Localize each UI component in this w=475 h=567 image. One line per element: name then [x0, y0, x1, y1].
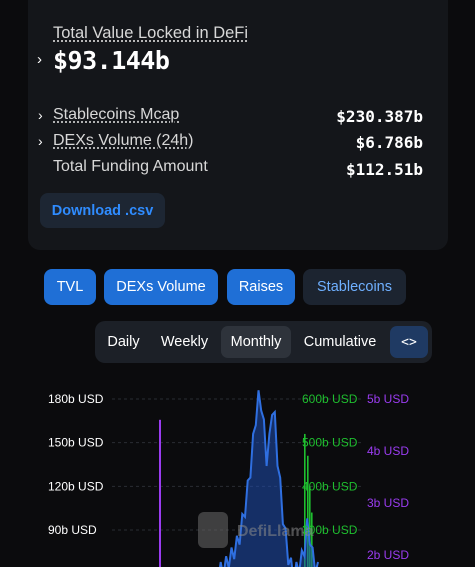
- embed-code-button[interactable]: <>: [390, 326, 428, 358]
- right-axis-tick-label-purple: 4b USD: [367, 444, 409, 458]
- left-axis-tick-label: 90b USD: [48, 523, 97, 537]
- stat-label-funding: Total Funding Amount: [53, 158, 208, 175]
- period-weekly[interactable]: Weekly: [153, 326, 216, 358]
- chart-ticks: 180b USD 150b USD 120b USD 90b USD 600b USD 5…: [48, 392, 409, 562]
- right-axis-tick-label-purple: 3b USD: [367, 496, 409, 510]
- right-axis-tick-label-green: 600b USD: [302, 392, 358, 406]
- raise-bar-purple: [159, 419, 161, 567]
- period-monthly[interactable]: Monthly: [221, 326, 291, 358]
- tab-tvl[interactable]: TVL: [44, 269, 96, 305]
- tab-raises[interactable]: Raises: [227, 269, 295, 305]
- chevron-right-icon[interactable]: ›: [37, 51, 42, 68]
- tvl-label[interactable]: Total Value Locked in DeFi: [53, 24, 248, 43]
- tab-dexs-volume[interactable]: DEXs Volume: [104, 269, 218, 305]
- tab-stablecoins[interactable]: Stablecoins: [303, 269, 406, 305]
- watermark-text: DefiLlama: [237, 523, 314, 540]
- download-csv-button[interactable]: Download .csv: [40, 193, 165, 228]
- chevron-right-icon[interactable]: ›: [38, 107, 43, 123]
- period-daily[interactable]: Daily: [100, 326, 147, 358]
- watermark-logo-icon: [198, 512, 228, 548]
- stat-label-dex-volume[interactable]: DEXs Volume (24h): [53, 132, 194, 150]
- right-axis-tick-label-purple: 2b USD: [367, 548, 409, 562]
- code-icon: <>: [401, 334, 417, 350]
- stat-value-dex-volume: $6.786b: [355, 133, 423, 152]
- chart: 180b USD 150b USD 120b USD 90b USD 600b USD 5…: [48, 390, 409, 567]
- left-axis-tick-label: 150b USD: [48, 436, 104, 450]
- right-axis-tick-label-green: 400b USD: [302, 479, 358, 493]
- chart-series: [159, 390, 319, 567]
- right-axis-tick-label-green: 500b USD: [302, 436, 358, 450]
- right-axis-tick-label-purple: 5b USD: [367, 392, 409, 406]
- chart-grid: [112, 398, 362, 531]
- stat-label-stablecoins[interactable]: Stablecoins Mcap: [53, 106, 179, 124]
- chevron-right-icon[interactable]: ›: [38, 133, 43, 149]
- left-axis-tick-label: 180b USD: [48, 392, 104, 406]
- stat-value-stablecoins: $230.387b: [336, 107, 423, 126]
- tvl-value: $93.144b: [53, 46, 170, 75]
- period-cumulative[interactable]: Cumulative: [296, 326, 384, 358]
- stat-value-funding: $112.51b: [345, 160, 423, 179]
- left-axis-tick-label: 120b USD: [48, 479, 104, 493]
